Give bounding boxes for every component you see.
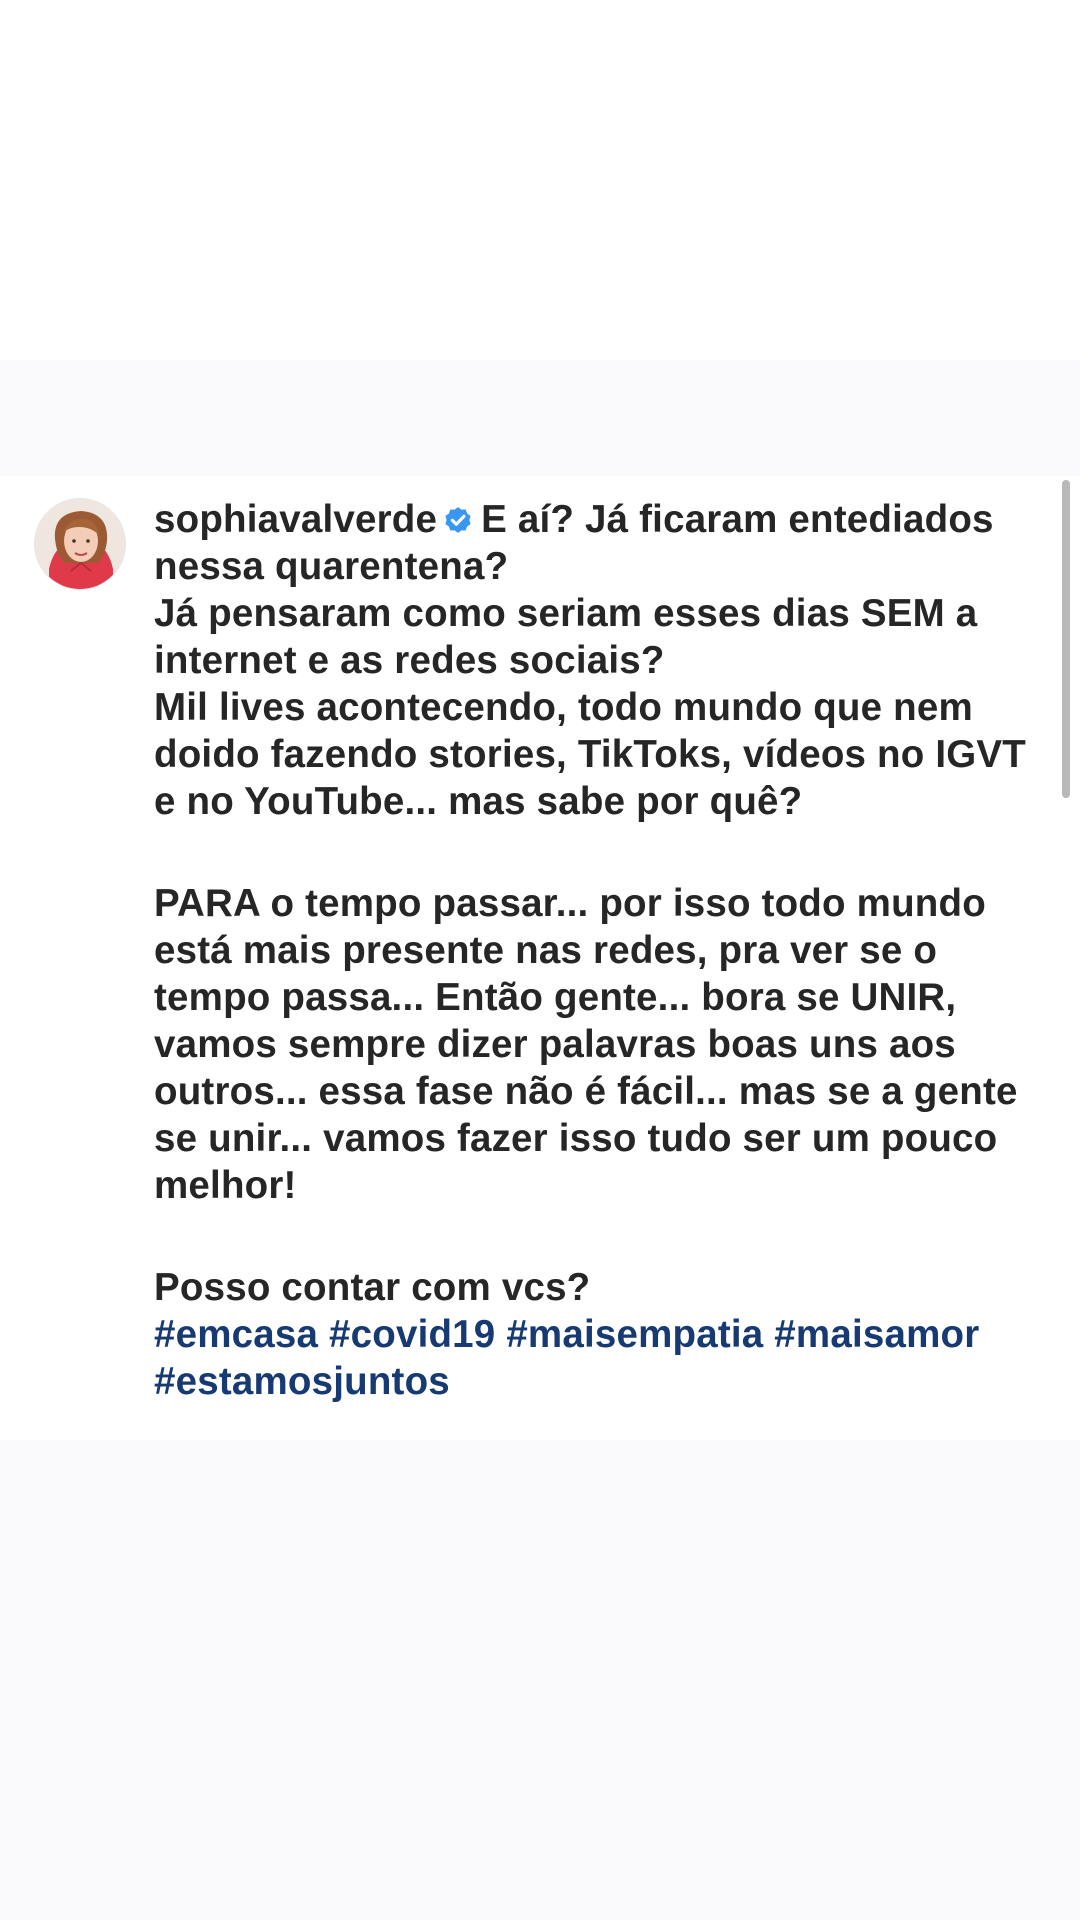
hashtag-link[interactable]: #covid19 bbox=[329, 1313, 495, 1356]
bottom-tinted-area bbox=[0, 1440, 1080, 1920]
caption-paragraph-5: Posso contar com vcs? bbox=[154, 1266, 591, 1309]
hashtag-link[interactable]: #estamosjuntos bbox=[154, 1360, 450, 1403]
hashtag-list: #emcasa #covid19 #maisempatia #maisamor … bbox=[154, 1311, 1034, 1405]
comment-screen: sophiavalverde E aí? Já ficaram entediado… bbox=[0, 0, 1080, 1920]
hashtag-link[interactable]: #emcasa bbox=[154, 1313, 318, 1356]
avatar-image bbox=[35, 499, 125, 589]
scrollbar[interactable] bbox=[1062, 480, 1070, 798]
avatar[interactable] bbox=[34, 498, 126, 590]
username[interactable]: sophiavalverde bbox=[154, 498, 437, 541]
caption-first-paragraph: sophiavalverde E aí? Já ficaram entediado… bbox=[154, 496, 1034, 590]
hashtag-link[interactable]: #maisamor bbox=[774, 1313, 979, 1356]
caption-paragraph-4: PARA o tempo passar... por isso todo mun… bbox=[154, 882, 1018, 1207]
hashtag-link[interactable]: #maisempatia bbox=[506, 1313, 763, 1356]
caption-paragraph-3: Mil lives acontecendo, todo mundo que ne… bbox=[154, 686, 1027, 823]
top-empty-area bbox=[0, 0, 1080, 360]
caption-paragraph-2: Já pensaram como seriam esses dias SEM a… bbox=[154, 592, 978, 682]
top-tinted-area bbox=[0, 360, 1080, 476]
verified-badge-icon bbox=[441, 503, 475, 537]
post-caption: sophiavalverde E aí? Já ficaram entediado… bbox=[154, 496, 1034, 1405]
